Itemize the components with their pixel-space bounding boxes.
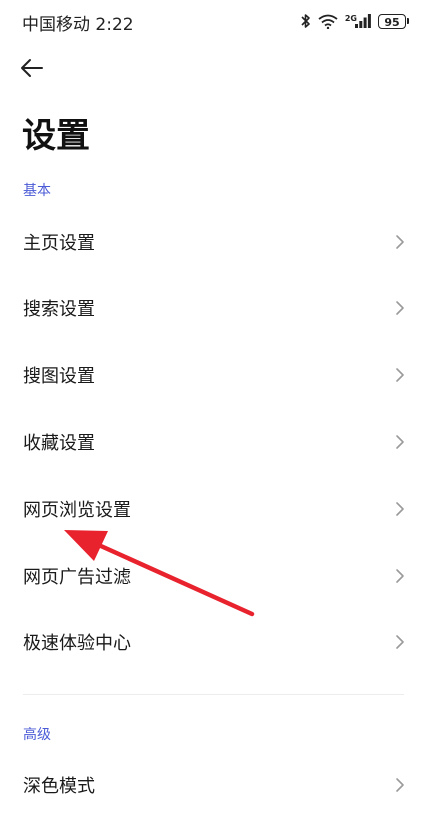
settings-item-label: 收藏设置	[23, 433, 95, 454]
carrier-time: 中国移动 2:22	[22, 15, 134, 35]
settings-item-label: 搜图设置	[23, 366, 95, 387]
arrow-left-icon	[21, 59, 43, 77]
chevron-right-icon	[396, 235, 404, 249]
chevron-right-icon	[396, 569, 404, 583]
wifi-icon	[318, 14, 338, 29]
section-header-advanced: 高级	[23, 727, 51, 743]
settings-item-label: 网页广告过滤	[23, 567, 131, 588]
battery-level: 95	[378, 13, 406, 29]
settings-item-label: 网页浏览设置	[23, 500, 131, 521]
section-divider	[23, 694, 404, 695]
bluetooth-icon	[301, 14, 310, 28]
settings-item-speed-center[interactable]: 极速体验中心	[0, 609, 427, 675]
settings-item-dark-mode[interactable]: 深色模式	[0, 752, 427, 818]
battery-indicator: 95	[378, 13, 409, 29]
settings-item-web-browsing[interactable]: 网页浏览设置	[0, 476, 427, 542]
settings-item-label: 搜索设置	[23, 299, 95, 320]
settings-item-ad-filter[interactable]: 网页广告过滤	[0, 543, 427, 609]
chevron-right-icon	[396, 502, 404, 516]
chevron-right-icon	[396, 435, 404, 449]
battery-tip	[407, 18, 409, 24]
status-bar: 中国移动 2:22 2G 95	[0, 0, 427, 44]
network-type-label: 2G	[344, 14, 357, 23]
settings-item-label: 极速体验中心	[23, 633, 131, 654]
signal-icon	[355, 14, 371, 28]
settings-item-home[interactable]: 主页设置	[0, 209, 427, 275]
chevron-right-icon	[396, 635, 404, 649]
page-title: 设置	[22, 116, 90, 156]
settings-item-label: 深色模式	[23, 776, 95, 797]
settings-item-label: 主页设置	[23, 233, 95, 254]
status-icons: 2G 95	[301, 11, 409, 31]
settings-item-search[interactable]: 搜索设置	[0, 275, 427, 341]
chevron-right-icon	[396, 778, 404, 792]
chevron-right-icon	[396, 368, 404, 382]
settings-item-favorites[interactable]: 收藏设置	[0, 409, 427, 475]
settings-item-image-search[interactable]: 搜图设置	[0, 342, 427, 408]
section-header-basic: 基本	[23, 183, 51, 199]
back-button[interactable]	[14, 52, 50, 84]
chevron-right-icon	[396, 301, 404, 315]
